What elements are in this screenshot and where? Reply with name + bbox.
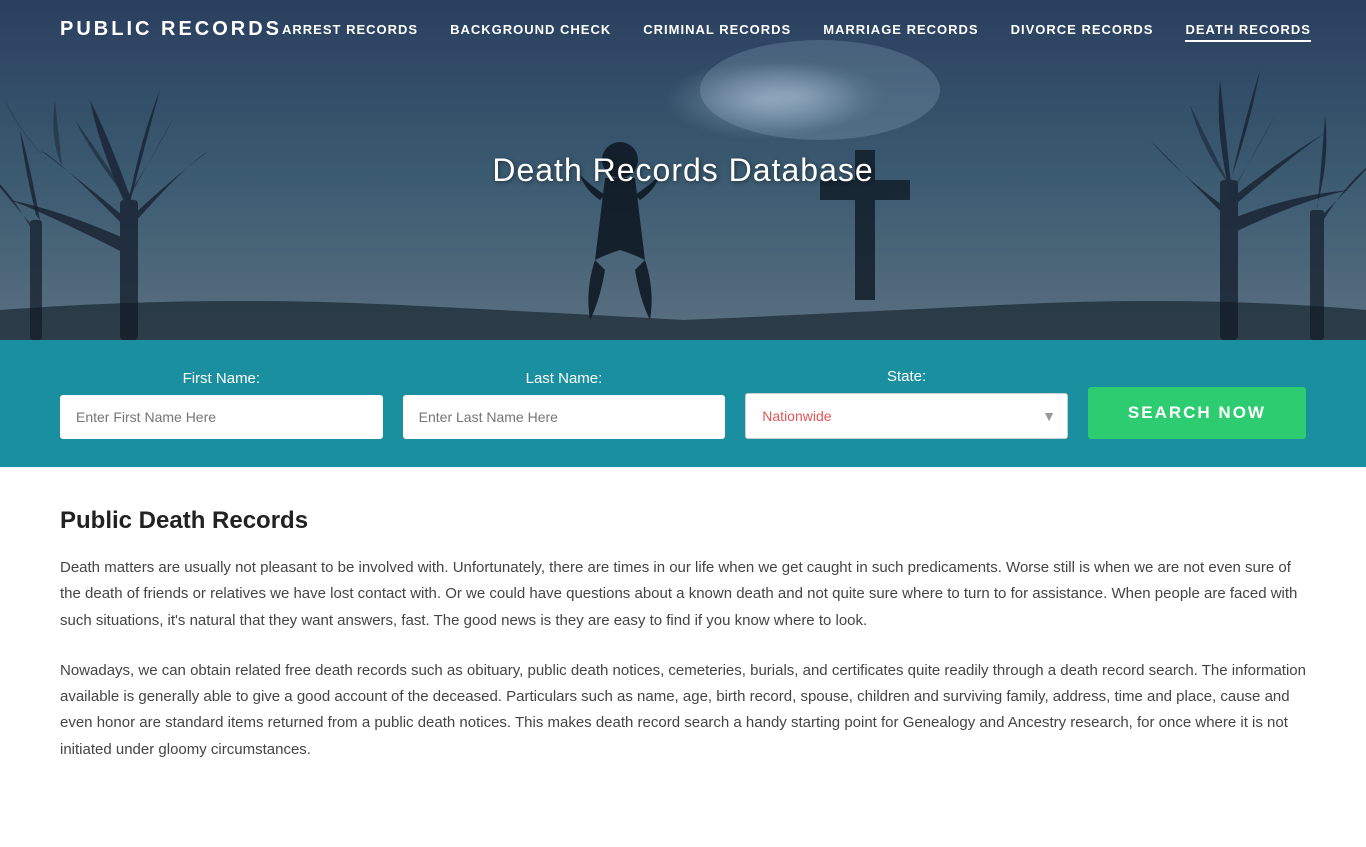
nav-link-marriage[interactable]: MARRIAGE RECORDS [823, 22, 978, 37]
search-now-button[interactable]: SEARCH NOW [1088, 387, 1306, 439]
main-nav: PUBLIC RECORDS ARREST RECORDS BACKGROUND… [0, 0, 1366, 59]
nav-item-divorce[interactable]: DIVORCE RECORDS [1011, 21, 1154, 39]
nav-link-arrest[interactable]: ARREST RECORDS [282, 22, 418, 37]
site-logo[interactable]: PUBLIC RECORDS [60, 18, 282, 41]
last-name-field: Last Name: [403, 370, 726, 439]
state-label: State: [745, 368, 1068, 385]
hero-cloud [663, 60, 863, 140]
content-section: Public Death Records Death matters are u… [0, 467, 1366, 847]
content-heading: Public Death Records [60, 507, 1306, 535]
nav-item-criminal[interactable]: CRIMINAL RECORDS [643, 21, 791, 39]
state-select[interactable]: NationwideAlabamaAlaskaArizonaArkansasCa… [745, 393, 1068, 439]
nav-item-background[interactable]: BACKGROUND CHECK [450, 21, 611, 39]
last-name-input[interactable] [403, 395, 726, 439]
nav-item-marriage[interactable]: MARRIAGE RECORDS [823, 21, 978, 39]
state-select-wrapper: NationwideAlabamaAlaskaArizonaArkansasCa… [745, 393, 1068, 439]
search-bar: First Name: Last Name: State: Nationwide… [0, 340, 1366, 467]
content-paragraph-1: Death matters are usually not pleasant t… [60, 555, 1306, 634]
nav-link-death[interactable]: DEATH RECORDS [1185, 22, 1310, 42]
nav-item-arrest[interactable]: ARREST RECORDS [282, 21, 418, 39]
nav-item-death[interactable]: DEATH RECORDS [1185, 21, 1310, 39]
first-name-field: First Name: [60, 370, 383, 439]
hero-title: Death Records Database [492, 152, 873, 189]
nav-link-background[interactable]: BACKGROUND CHECK [450, 22, 611, 37]
nav-link-criminal[interactable]: CRIMINAL RECORDS [643, 22, 791, 37]
nav-links: ARREST RECORDS BACKGROUND CHECK CRIMINAL… [282, 21, 1311, 39]
content-paragraph-2: Nowadays, we can obtain related free dea… [60, 658, 1306, 763]
last-name-label: Last Name: [403, 370, 726, 387]
first-name-input[interactable] [60, 395, 383, 439]
nav-link-divorce[interactable]: DIVORCE RECORDS [1011, 22, 1154, 37]
first-name-label: First Name: [60, 370, 383, 387]
state-field: State: NationwideAlabamaAlaskaArizonaArk… [745, 368, 1068, 439]
